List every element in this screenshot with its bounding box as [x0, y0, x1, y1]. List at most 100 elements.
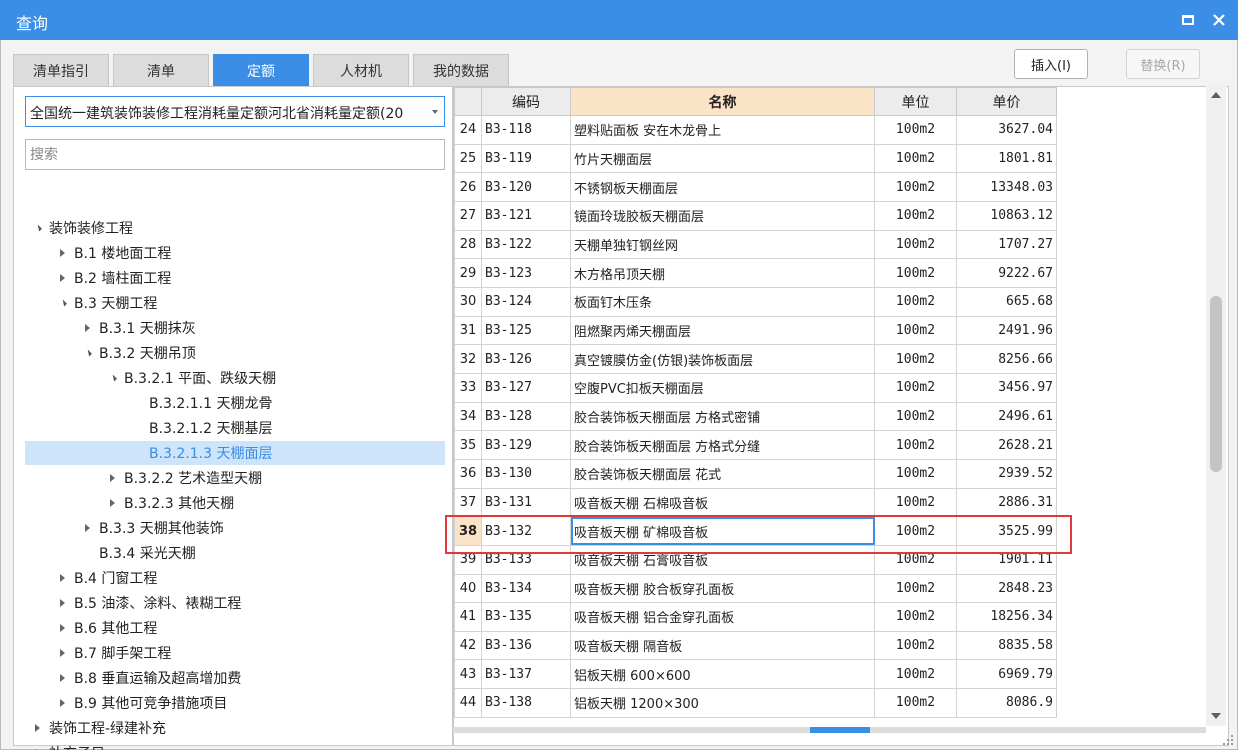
table-row[interactable]: 34 B3-128 胶合装饰板天棚面层 方格式密铺 100m2 2496.61 — [454, 401, 1057, 432]
unit-cell[interactable]: 100m2 — [874, 688, 957, 718]
caret-collapsed-icon[interactable] — [56, 599, 68, 607]
unit-cell[interactable]: 100m2 — [874, 143, 957, 174]
row-number-cell[interactable]: 31 — [454, 315, 482, 346]
name-cell[interactable]: 天棚单独钉钢丝网 — [570, 229, 875, 260]
tab-my-data[interactable]: 我的数据 — [413, 54, 509, 86]
code-cell[interactable]: B3-122 — [481, 229, 571, 260]
name-cell[interactable]: 胶合装饰板天棚面层 方格式分缝 — [570, 430, 875, 460]
name-cell[interactable]: 吸音板天棚 胶合板穿孔面板 — [570, 573, 875, 604]
price-cell[interactable]: 1801.81 — [956, 143, 1057, 174]
code-cell[interactable]: B3-134 — [481, 573, 571, 604]
horizontal-scrollbar[interactable] — [453, 727, 1206, 733]
unit-cell[interactable]: 100m2 — [874, 573, 957, 604]
unit-cell[interactable]: 100m2 — [874, 458, 957, 489]
tree-item[interactable]: B.3.3 天棚其他装饰 — [25, 516, 445, 540]
name-cell[interactable]: 板面钉木压条 — [570, 286, 875, 317]
tree-item[interactable]: B.8 垂直运输及超高增加费 — [25, 666, 445, 690]
tree-item[interactable]: B.2 墙柱面工程 — [25, 266, 445, 290]
price-cell[interactable]: 2886.31 — [956, 487, 1057, 518]
price-cell[interactable]: 2848.23 — [956, 573, 1057, 604]
table-row[interactable]: 36 B3-130 胶合装饰板天棚面层 花式 100m2 2939.52 — [454, 458, 1057, 489]
table-row[interactable]: 44 B3-138 铝板天棚 1200×300 100m2 8086.9 — [454, 688, 1057, 718]
tree-item[interactable]: B.3.1 天棚抹灰 — [25, 316, 445, 340]
code-cell[interactable]: B3-131 — [481, 487, 571, 518]
table-row[interactable]: 31 B3-125 阻燃聚丙烯天棚面层 100m2 2491.96 — [454, 315, 1057, 346]
tree-item[interactable]: B.6 其他工程 — [25, 616, 445, 640]
name-cell[interactable]: 塑料贴面板 安在木龙骨上 — [570, 115, 875, 145]
insert-button[interactable]: 插入(I) — [1014, 49, 1088, 79]
code-cell[interactable]: B3-127 — [481, 372, 571, 403]
caret-collapsed-icon[interactable] — [56, 674, 68, 682]
unit-cell[interactable]: 100m2 — [874, 344, 957, 374]
tree-item[interactable]: B.3.2 天棚吊顶 — [25, 341, 445, 365]
code-cell[interactable]: B3-137 — [481, 659, 571, 690]
name-cell[interactable]: 吸音板天棚 铝合金穿孔面板 — [570, 602, 875, 632]
name-cell[interactable]: 真空镀膜仿金(仿银)装饰板面层 — [570, 344, 875, 374]
price-cell[interactable]: 18256.34 — [956, 602, 1057, 632]
tree-item[interactable]: 装饰装修工程 — [25, 216, 445, 240]
tree-item[interactable]: B.3 天棚工程 — [25, 291, 445, 315]
tab-bill-guide[interactable]: 清单指引 — [13, 54, 109, 86]
row-number-cell[interactable]: 25 — [454, 143, 482, 174]
tree-item[interactable]: B.1 楼地面工程 — [25, 241, 445, 265]
name-cell[interactable]: 竹片天棚面层 — [570, 143, 875, 174]
name-cell[interactable]: 吸音板天棚 石棉吸音板 — [570, 487, 875, 518]
name-cell[interactable]: 吸音板天棚 隔音板 — [570, 630, 875, 661]
name-cell[interactable]: 胶合装饰板天棚面层 花式 — [570, 458, 875, 489]
caret-collapsed-icon[interactable] — [81, 324, 93, 332]
price-cell[interactable]: 8256.66 — [956, 344, 1057, 374]
price-cell[interactable]: 9222.67 — [956, 258, 1057, 288]
unit-cell[interactable]: 100m2 — [874, 286, 957, 317]
name-cell[interactable]: 镜面玲珑胶板天棚面层 — [570, 200, 875, 231]
scroll-down-icon[interactable] — [1211, 713, 1221, 719]
code-cell[interactable]: B3-132 — [481, 516, 571, 546]
unit-cell[interactable]: 100m2 — [874, 200, 957, 231]
code-cell[interactable]: B3-120 — [481, 172, 571, 202]
name-cell[interactable]: 铝板天棚 600×600 — [570, 659, 875, 690]
tree-item[interactable]: B.3.2.1.1 天棚龙骨 — [25, 391, 445, 415]
tree-item[interactable]: B.3.2.1.3 天棚面层 — [25, 441, 445, 465]
price-cell[interactable]: 8835.58 — [956, 630, 1057, 661]
unit-cell[interactable]: 100m2 — [874, 258, 957, 288]
tree-item[interactable]: B.3.2.2 艺术造型天棚 — [25, 466, 445, 490]
row-number-cell[interactable]: 28 — [454, 229, 482, 260]
column-header-code[interactable]: 编码 — [481, 87, 571, 116]
price-cell[interactable]: 6969.79 — [956, 659, 1057, 690]
price-cell[interactable]: 10863.12 — [956, 200, 1057, 231]
unit-cell[interactable]: 100m2 — [874, 115, 957, 145]
table-row[interactable]: 43 B3-137 铝板天棚 600×600 100m2 6969.79 — [454, 659, 1057, 690]
row-number-cell[interactable]: 38 — [454, 516, 482, 546]
scroll-thumb[interactable] — [1210, 296, 1222, 472]
tree-item[interactable]: B.5 油漆、涂料、裱糊工程 — [25, 591, 445, 615]
name-cell[interactable]: 木方格吊顶天棚 — [570, 258, 875, 288]
column-header-unit[interactable]: 单位 — [874, 87, 957, 116]
code-cell[interactable]: B3-128 — [481, 401, 571, 432]
price-cell[interactable]: 8086.9 — [956, 688, 1057, 718]
unit-cell[interactable]: 100m2 — [874, 630, 957, 661]
code-cell[interactable]: B3-121 — [481, 200, 571, 231]
row-number-cell[interactable]: 37 — [454, 487, 482, 518]
quota-library-dropdown[interactable]: 全国统一建筑装饰装修工程消耗量定额河北省消耗量定额(20 — [25, 96, 445, 127]
tree-item[interactable]: B.9 其他可竞争措施项目 — [25, 691, 445, 715]
price-cell[interactable]: 2496.61 — [956, 401, 1057, 432]
maximize-button[interactable] — [1177, 9, 1199, 31]
price-cell[interactable]: 3525.99 — [956, 516, 1057, 546]
unit-cell[interactable]: 100m2 — [874, 401, 957, 432]
column-header-price[interactable]: 单价 — [956, 87, 1057, 116]
unit-cell[interactable]: 100m2 — [874, 172, 957, 202]
caret-collapsed-icon[interactable] — [56, 649, 68, 657]
price-cell[interactable]: 1707.27 — [956, 229, 1057, 260]
tree-item[interactable]: B.3.2.1 平面、跌级天棚 — [25, 366, 445, 390]
tree-item[interactable]: 补充子目 — [25, 741, 445, 750]
unit-cell[interactable]: 100m2 — [874, 430, 957, 460]
table-row[interactable]: 26 B3-120 不锈钢板天棚面层 100m2 13348.03 — [454, 172, 1057, 202]
close-button[interactable] — [1208, 9, 1230, 31]
tree-item[interactable]: B.3.4 采光天棚 — [25, 541, 445, 565]
unit-cell[interactable]: 100m2 — [874, 372, 957, 403]
row-number-cell[interactable]: 27 — [454, 200, 482, 231]
caret-expanded-icon[interactable] — [56, 299, 68, 307]
table-row[interactable]: 25 B3-119 竹片天棚面层 100m2 1801.81 — [454, 143, 1057, 174]
table-row[interactable]: 27 B3-121 镜面玲珑胶板天棚面层 100m2 10863.12 — [454, 200, 1057, 231]
price-cell[interactable]: 2628.21 — [956, 430, 1057, 460]
row-number-cell[interactable]: 24 — [454, 115, 482, 145]
